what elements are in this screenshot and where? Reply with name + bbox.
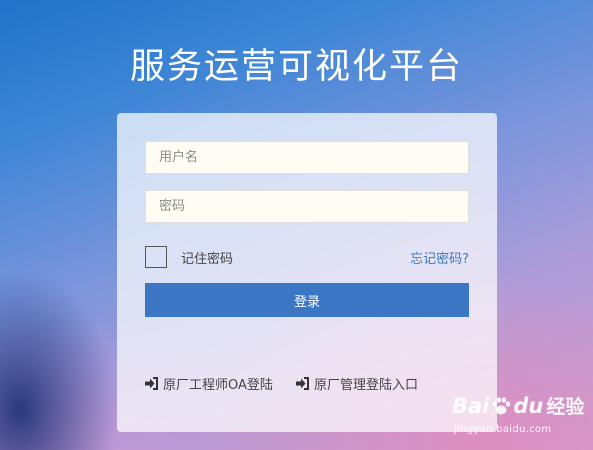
remember-label: 记住密码: [181, 252, 234, 267]
baidu-jingyan-watermark: Bai du 经验 jingyan.baidu.com: [452, 392, 592, 442]
password-input[interactable]: [145, 190, 469, 223]
login-button[interactable]: 登录: [145, 283, 469, 317]
remember-checkbox[interactable]: [145, 246, 167, 268]
watermark-brand-suffix: 经验: [546, 396, 585, 418]
watermark-logo: Bai du 经验: [452, 392, 584, 419]
link-label: 原厂工程师OA登陆: [163, 378, 273, 393]
watermark-brand-bai: Bai: [452, 393, 490, 418]
engineer-oa-login-link[interactable]: 原厂工程师OA登陆: [144, 374, 273, 393]
watermark-url: jingyan.baidu.com: [454, 424, 552, 435]
vendor-admin-login-link[interactable]: 原厂管理登陆入口: [295, 374, 418, 393]
login-card: 记住密码 忘记密码? 登录 原厂工程师OA登陆 原厂管理登陆入口: [117, 113, 497, 432]
watermark-brand-du: du: [513, 393, 544, 418]
username-input[interactable]: [145, 141, 469, 174]
forgot-password-link[interactable]: 忘记密码?: [410, 248, 469, 267]
paw-icon: [493, 396, 511, 414]
link-label: 原厂管理登陆入口: [314, 378, 419, 393]
sign-in-icon: [296, 377, 309, 390]
page-title: 服务运营可视化平台: [129, 47, 463, 87]
sign-in-icon: [145, 377, 158, 390]
